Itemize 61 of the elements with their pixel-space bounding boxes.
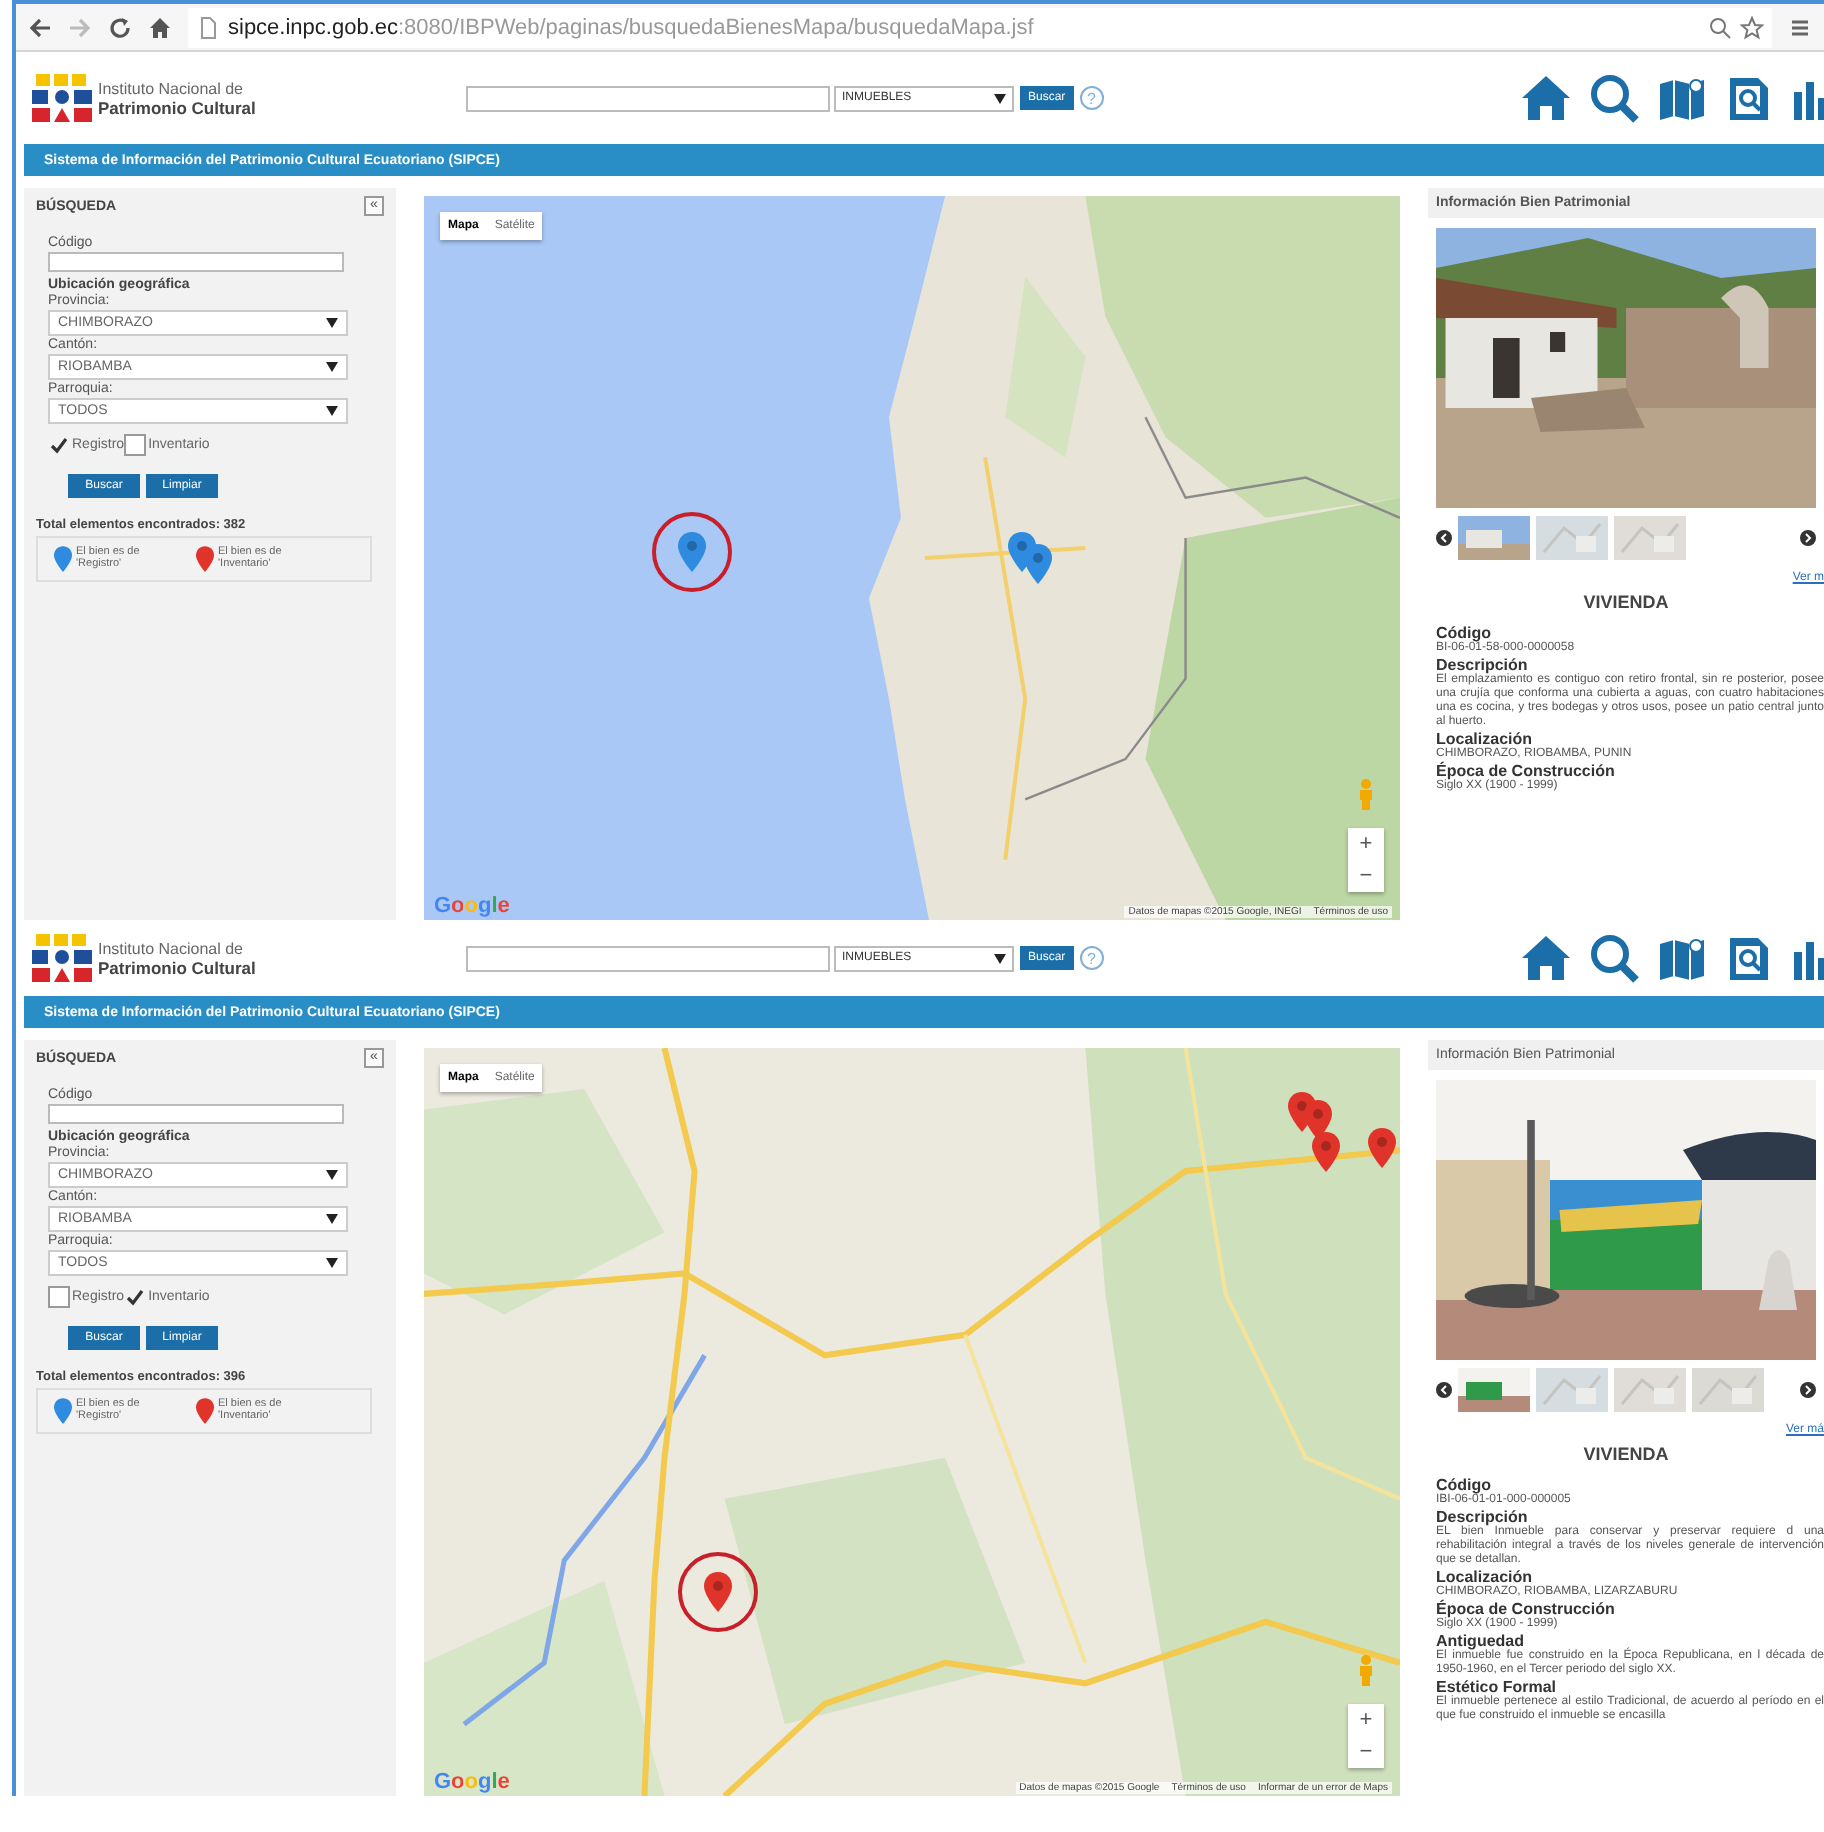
checkbox[interactable] [124, 1286, 147, 1308]
caret-icon [326, 362, 338, 372]
logo-text: Instituto Nacional de [98, 939, 245, 957]
field-label: Código [1434, 624, 1492, 642]
back-icon[interactable] [28, 15, 52, 39]
map-pin-icon[interactable] [1304, 1100, 1332, 1140]
page-icon [196, 15, 220, 39]
next-icon[interactable] [1800, 1382, 1816, 1398]
previous-icon[interactable] [1436, 1382, 1452, 1398]
search-icon[interactable] [1588, 72, 1640, 124]
checkbox[interactable] [124, 434, 147, 456]
checkbox[interactable] [48, 1286, 70, 1308]
zoom-out-button[interactable]: − [1348, 860, 1384, 892]
next-icon[interactable] [1800, 530, 1816, 546]
logo-text: Instituto Nacional de [98, 79, 245, 97]
code-field[interactable] [48, 1104, 344, 1124]
heritage-name: VIVIENDA [1581, 592, 1671, 612]
previous-icon[interactable] [1436, 530, 1452, 546]
field-label: Época de Construcción [1434, 762, 1617, 780]
url-text: sipce.inpc.gob.ec:8080/IBPWeb/paginas/busquedaBienesMapa/busquedaMapa.jsf [228, 15, 1034, 39]
map-pin-icon[interactable] [1024, 544, 1052, 584]
caret-icon [326, 318, 338, 328]
map-pin-icon[interactable] [704, 1572, 732, 1612]
search-icon[interactable] [1588, 932, 1640, 984]
map-pin-icon[interactable] [1368, 1128, 1396, 1168]
search-field[interactable] [466, 85, 830, 111]
caret-icon [326, 1258, 338, 1268]
field-label: Código [1434, 1476, 1492, 1494]
logo-text: Patrimonio Cultural [98, 957, 258, 977]
home-icon[interactable] [1520, 932, 1572, 984]
caret-icon [326, 1170, 338, 1180]
logo-icon [32, 934, 92, 982]
star-icon[interactable] [1740, 15, 1764, 39]
home-icon[interactable] [1520, 72, 1572, 124]
field-label: Localización [1434, 730, 1533, 748]
address-bar[interactable]: sipce.inpc.gob.ec:8080/IBPWeb/paginas/busquedaBienesMapa/busquedaMapa.jsf [188, 7, 1772, 47]
caret-icon [326, 1214, 338, 1224]
field-label: Estético Formal [1434, 1678, 1559, 1696]
field-label: Época de Construcción [1434, 1600, 1617, 1618]
code-field[interactable] [48, 252, 344, 272]
field-label: Antiguedad [1434, 1632, 1526, 1650]
zoom-out-button[interactable]: − [1348, 1736, 1384, 1768]
field-label: Localización [1434, 1568, 1533, 1586]
field-label: Descripción [1434, 656, 1528, 674]
menu-icon[interactable] [1788, 15, 1812, 39]
field-label: Descripción [1434, 1508, 1528, 1526]
reload-icon[interactable] [108, 15, 132, 39]
zoom-in-button[interactable]: + [1348, 1704, 1384, 1736]
map-pin-icon[interactable] [678, 532, 706, 572]
zoom-in-button[interactable]: + [1348, 828, 1384, 860]
logo-icon [32, 74, 92, 122]
caret-icon [326, 406, 338, 416]
caret-icon [994, 953, 1006, 963]
search-field[interactable] [466, 945, 830, 971]
caret-icon [994, 93, 1006, 103]
heritage-name: VIVIENDA [1581, 1444, 1671, 1464]
map-pin-icon[interactable] [1312, 1132, 1340, 1172]
home-icon[interactable] [148, 15, 172, 39]
search-icon[interactable] [1708, 15, 1732, 39]
logo-text: Patrimonio Cultural [98, 97, 258, 117]
checkbox[interactable] [48, 434, 70, 456]
